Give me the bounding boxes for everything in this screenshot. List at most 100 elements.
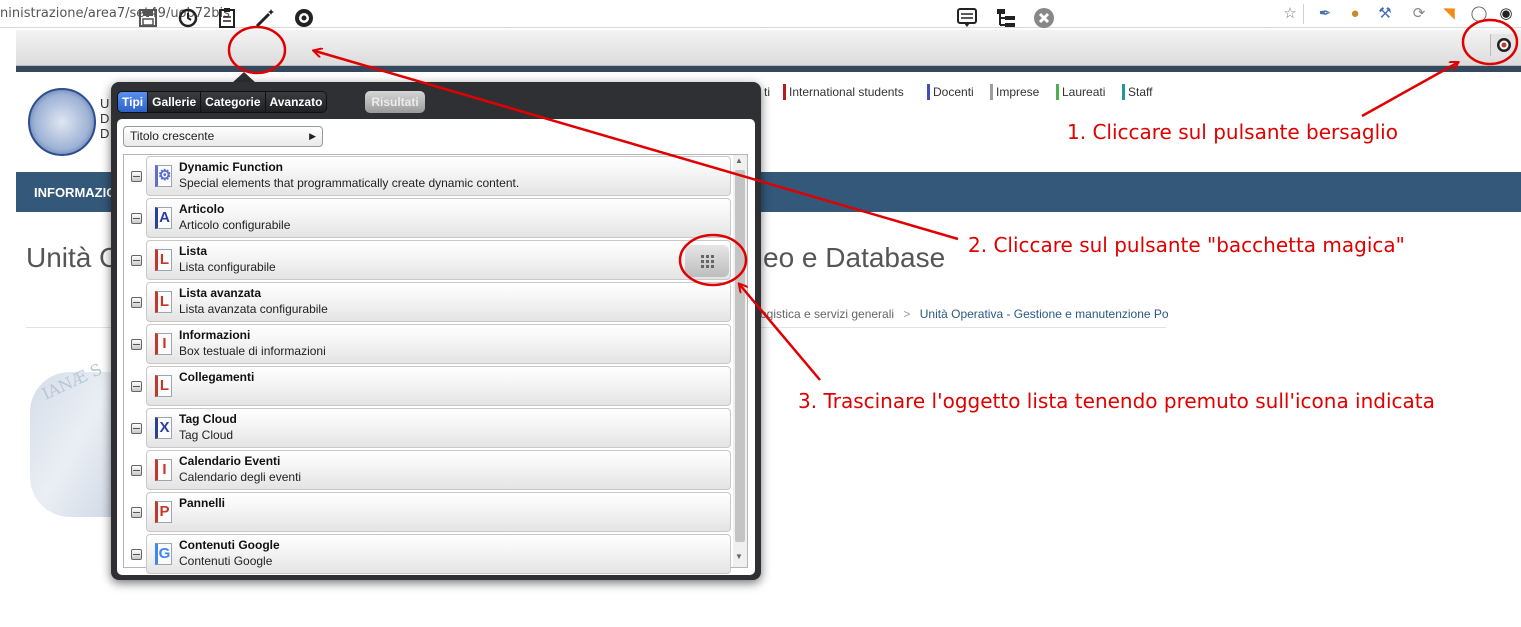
breadcrumb-item[interactable]: Unità Operativa - Gestione e manutenzion… bbox=[920, 307, 1169, 321]
drag-handle-icon[interactable] bbox=[685, 245, 729, 277]
item-card[interactable]: I Calendario Eventi Calendario degli event… bbox=[146, 450, 731, 490]
info-icon: I bbox=[155, 333, 172, 355]
nav-link-international[interactable]: International students bbox=[783, 84, 904, 100]
grip-dot bbox=[705, 264, 709, 268]
item-checkbox[interactable] bbox=[131, 507, 142, 518]
scrollbar-thumb[interactable] bbox=[735, 170, 745, 542]
tab-avanzato[interactable]: Avanzato bbox=[265, 92, 327, 112]
scroll-up-icon[interactable]: ▲ bbox=[735, 156, 743, 165]
item-title: Calendario Eventi bbox=[179, 454, 281, 468]
item-title: Contenuti Google bbox=[179, 538, 280, 552]
list-icon: L bbox=[155, 249, 172, 271]
save-icon[interactable] bbox=[136, 6, 160, 30]
breadcrumb-item[interactable]: ogistica e servizi generali bbox=[760, 307, 894, 321]
item-checkbox[interactable] bbox=[131, 213, 142, 224]
grip-dot bbox=[700, 259, 704, 263]
scroll-down-icon[interactable]: ▼ bbox=[735, 552, 743, 561]
cms-toolbar bbox=[16, 30, 1521, 66]
article-icon: A bbox=[155, 207, 172, 229]
tab-gallerie[interactable]: Gallerie bbox=[148, 92, 202, 112]
list-advanced-icon: L bbox=[155, 291, 172, 313]
nav-link-laureati[interactable]: Laureati bbox=[1056, 84, 1105, 100]
logo-letter: U bbox=[100, 96, 110, 111]
reload-extension-icon[interactable]: ⟳ bbox=[1410, 5, 1428, 23]
nav-link-docenti[interactable]: Docenti bbox=[927, 84, 974, 100]
grip-dots-icon bbox=[700, 254, 714, 268]
item-checkbox[interactable] bbox=[131, 381, 142, 392]
list-item[interactable]: X Tag Cloud Tag Cloud bbox=[125, 408, 731, 448]
target-toggle-button[interactable] bbox=[1490, 34, 1516, 56]
item-card[interactable]: I Informazioni Box testuale di informazion… bbox=[146, 324, 731, 364]
item-card[interactable]: P Pannelli bbox=[146, 492, 731, 532]
google-icon: G bbox=[155, 543, 172, 565]
item-description: Calendario degli eventi bbox=[179, 470, 302, 484]
bookmark-star-icon[interactable]: ☆ bbox=[1281, 5, 1299, 23]
item-description: Special elements that programmatically c… bbox=[179, 176, 520, 190]
tab-categorie[interactable]: Categorie bbox=[201, 92, 266, 112]
item-card[interactable]: L Lista Lista configurabile bbox=[146, 240, 731, 280]
popup-tabs: Tipi Gallerie Categorie Avanzato bbox=[117, 91, 328, 113]
item-checkbox[interactable] bbox=[131, 171, 142, 182]
item-title: Lista avanzata bbox=[179, 286, 262, 300]
item-card[interactable]: A Articolo Articolo configurabile bbox=[146, 198, 731, 238]
item-checkbox[interactable] bbox=[131, 549, 142, 560]
item-title: Dynamic Function bbox=[179, 160, 284, 174]
item-card[interactable]: G Contenuti Google Contenuti Google bbox=[146, 534, 731, 574]
list-item[interactable]: I Calendario Eventi Calendario degli event… bbox=[125, 450, 731, 490]
chevron-right-icon: ▶ bbox=[309, 131, 316, 141]
page-title-start: Unità O bbox=[26, 242, 121, 273]
list-item[interactable]: L Lista Lista configurabile bbox=[125, 240, 731, 280]
item-title: Collegamenti bbox=[179, 370, 255, 384]
item-card[interactable]: ⚙ Dynamic Function Special elements that p… bbox=[146, 156, 731, 196]
item-checkbox[interactable] bbox=[131, 297, 142, 308]
logo-letter: D bbox=[100, 126, 110, 141]
item-card[interactable]: L Lista avanzata Lista avanzata configurab… bbox=[146, 282, 731, 322]
item-checkbox[interactable] bbox=[131, 339, 142, 350]
cookie-icon[interactable]: ● bbox=[1346, 5, 1364, 23]
main-nav-item[interactable]: INFORMAZIO bbox=[34, 185, 116, 200]
list-item[interactable]: L Collegamenti bbox=[125, 366, 731, 406]
grip-dot bbox=[700, 254, 704, 258]
nav-link-imprese[interactable]: Imprese bbox=[990, 84, 1039, 100]
eyedropper-icon[interactable]: ✒ bbox=[1316, 5, 1334, 23]
breadcrumb-separator: > bbox=[903, 307, 911, 321]
extension-icon[interactable]: ◯ bbox=[1470, 5, 1488, 23]
comment-icon[interactable] bbox=[955, 6, 979, 30]
list-item[interactable]: P Pannelli bbox=[125, 492, 731, 532]
close-circle-icon[interactable] bbox=[1032, 6, 1056, 30]
list-item[interactable]: L Lista avanzata Lista avanzata configurab… bbox=[125, 282, 731, 322]
clipboard-icon[interactable] bbox=[215, 6, 239, 30]
calendar-icon: I bbox=[155, 459, 172, 481]
sort-select[interactable]: Titolo crescente ▶ bbox=[123, 126, 323, 147]
nav-link-staff[interactable]: Staff bbox=[1122, 84, 1152, 100]
tree-structure-icon[interactable] bbox=[994, 6, 1018, 30]
item-card[interactable]: X Tag Cloud Tag Cloud bbox=[146, 408, 731, 448]
list-item[interactable]: ⚙ Dynamic Function Special elements that p… bbox=[125, 156, 731, 196]
annotation-step3: 3. Trascinare l'oggetto lista tenendo pr… bbox=[798, 389, 1435, 413]
page-title-end: eo e Database bbox=[763, 242, 946, 273]
grip-dot bbox=[705, 259, 709, 263]
item-checkbox[interactable] bbox=[131, 423, 142, 434]
rss-icon[interactable]: ◥ bbox=[1440, 5, 1458, 23]
target-icon[interactable] bbox=[292, 6, 316, 30]
tab-tipi[interactable]: Tipi bbox=[118, 92, 149, 112]
results-button[interactable]: Risultati bbox=[365, 91, 425, 113]
university-logo bbox=[28, 88, 96, 156]
gear-doc-icon: ⚙ bbox=[155, 165, 172, 187]
sort-select-value: Titolo crescente bbox=[130, 129, 215, 143]
history-icon[interactable] bbox=[176, 6, 200, 30]
item-checkbox[interactable] bbox=[131, 255, 142, 266]
tools-icon[interactable]: ⚒ bbox=[1376, 5, 1394, 23]
list-item[interactable]: G Contenuti Google Contenuti Google bbox=[125, 534, 731, 574]
profile-icon[interactable]: ◉ bbox=[1497, 5, 1515, 23]
grip-dot bbox=[700, 264, 704, 268]
list-item[interactable]: A Articolo Articolo configurabile bbox=[125, 198, 731, 238]
item-description: Tag Cloud bbox=[179, 428, 234, 442]
magic-wand-icon[interactable] bbox=[253, 6, 277, 30]
item-card[interactable]: L Collegamenti bbox=[146, 366, 731, 406]
item-checkbox[interactable] bbox=[131, 465, 142, 476]
item-description: Articolo configurabile bbox=[179, 218, 291, 232]
list-item[interactable]: I Informazioni Box testuale di informazion… bbox=[125, 324, 731, 364]
item-description: Box testuale di informazioni bbox=[179, 344, 326, 358]
item-title: Lista bbox=[179, 244, 208, 258]
